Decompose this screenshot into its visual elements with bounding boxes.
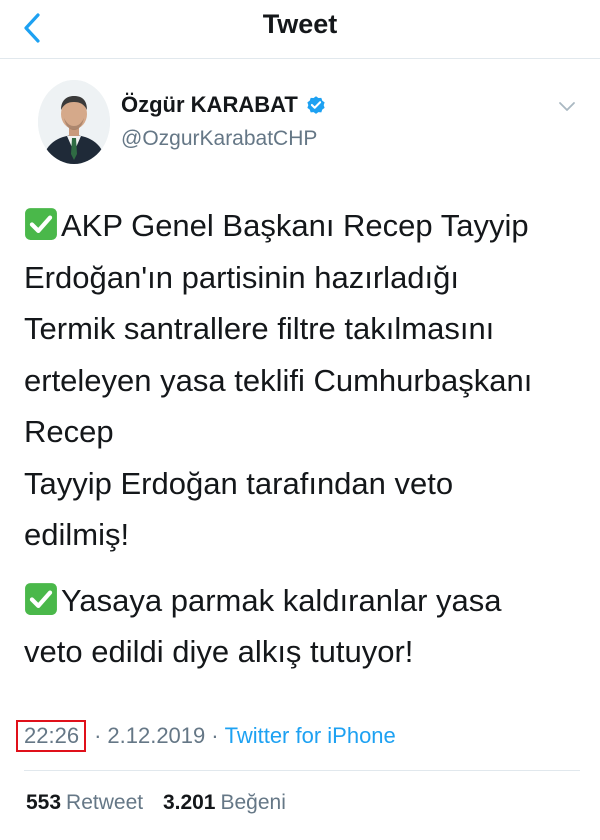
avatar-portrait xyxy=(38,80,110,164)
check-mark-emoji-icon xyxy=(25,582,57,615)
tweet-line: edilmiş! xyxy=(24,517,130,552)
tweet-source-link[interactable]: Twitter for iPhone xyxy=(225,723,396,749)
tweet-line-text: Yasaya parmak kaldıranlar yasa xyxy=(61,582,502,618)
tweet-paragraph: AKP Genel Başkanı Recep Tayyip Erdoğan'ı… xyxy=(24,200,584,561)
chevron-down-icon[interactable] xyxy=(556,96,578,118)
tweet-line: Erdoğan'ın partisinin hazırladığı xyxy=(24,259,460,295)
tweet-time[interactable]: 22:26 xyxy=(16,720,87,752)
likes-label: Beğeni xyxy=(220,791,286,814)
page-title: Tweet xyxy=(262,9,338,39)
tweet-paragraph: Yasaya parmak kaldıranlar yasa veto edil… xyxy=(24,575,584,678)
tweet-line: Recep xyxy=(24,414,114,449)
likes-count: 3.201 xyxy=(162,791,216,814)
author-name[interactable]: Özgür KARABAT xyxy=(121,92,327,118)
meta-separator: · xyxy=(94,723,102,748)
tweet-line-text: AKP Genel Başkanı Recep Tayyip xyxy=(61,208,529,243)
retweets-stat[interactable]: 553 Retweet xyxy=(26,791,149,814)
tweet-stats: 553 Retweet 3.201 Beğeni xyxy=(26,791,286,815)
verified-badge-icon xyxy=(307,96,325,114)
likes-stat[interactable]: 3.201 Beğeni xyxy=(163,791,286,814)
tweet-meta: 22:26 · 2.12.2019 · Twitter for iPhone xyxy=(16,718,396,754)
author-name-text: Özgür KARABAT xyxy=(121,92,298,117)
tweet-line: Termik santrallere filtre takılmasını xyxy=(24,311,495,346)
check-mark-emoji-icon xyxy=(25,208,57,240)
tweet-line: AKP Genel Başkanı Recep Tayyip xyxy=(24,200,584,252)
retweets-count: 553 xyxy=(26,791,62,814)
tweet-line: Yasaya parmak kaldıranlar yasa xyxy=(24,575,584,627)
tweet-line: veto edildi diye alkış tutuyor! xyxy=(24,634,414,669)
author-handle[interactable]: @OzgurKarabatCHP xyxy=(121,127,317,151)
tweet-text: AKP Genel Başkanı Recep Tayyip Erdoğan'ı… xyxy=(24,200,584,678)
tweet-author-header: Özgür KARABAT @OzgurKarabatCHP xyxy=(0,80,600,170)
meta-separator: · xyxy=(211,723,219,748)
tweet-line: erteleyen yasa teklifi Cumhurbaşkanı xyxy=(24,362,533,398)
retweets-label: Retweet xyxy=(66,791,144,814)
nav-bar: Tweet xyxy=(0,0,600,59)
divider xyxy=(24,770,580,771)
avatar[interactable] xyxy=(38,80,110,164)
tweet-date[interactable]: 2.12.2019 xyxy=(107,723,205,749)
tweet-line: Tayyip Erdoğan tarafından veto xyxy=(24,465,454,501)
